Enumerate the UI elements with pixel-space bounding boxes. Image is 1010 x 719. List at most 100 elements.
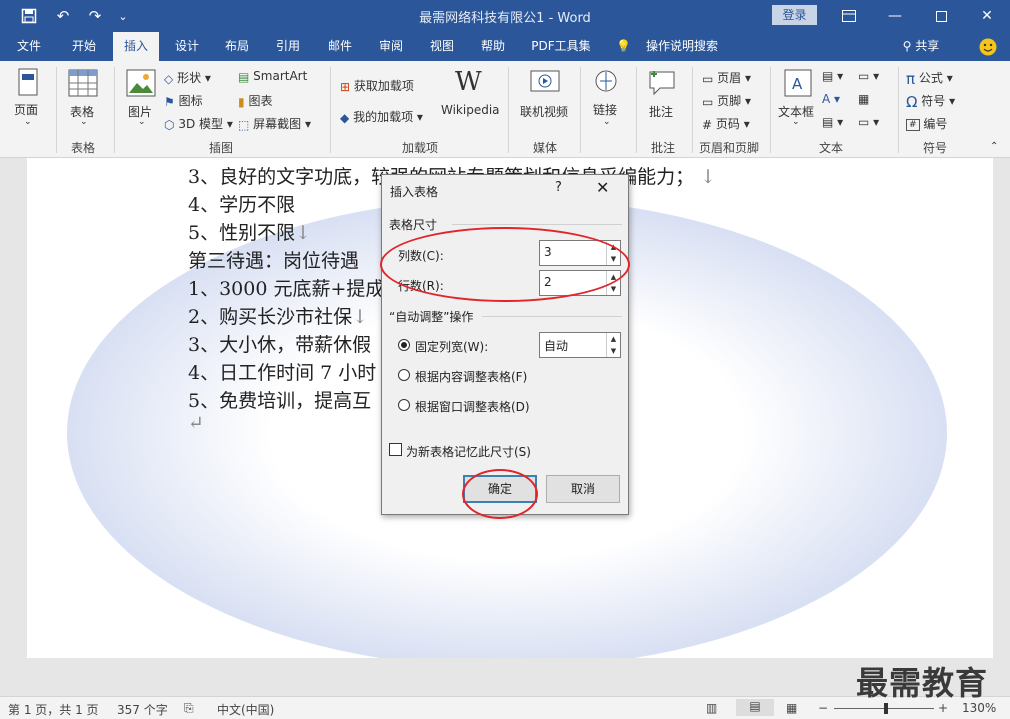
spin-down-icon[interactable]: ▼ — [607, 283, 620, 295]
footer-button[interactable]: ▭ 页脚 ▾ — [702, 92, 751, 109]
columns-spinner[interactable]: 3 ▲ ▼ — [539, 240, 621, 266]
word-count[interactable]: 357 个字 — [117, 701, 168, 718]
chart-icon: ▮ — [238, 94, 245, 109]
autofit-content-radio[interactable] — [398, 369, 410, 381]
spin-down-icon[interactable]: ▼ — [607, 253, 620, 265]
tab-pdf-tools[interactable]: PDF工具集 — [524, 32, 598, 61]
icons-button[interactable]: ⚑ 图标 — [164, 92, 203, 109]
tab-references[interactable]: 引用 — [265, 32, 311, 61]
screenshot-icon: ⬚ — [238, 117, 250, 132]
wikipedia-icon[interactable]: W — [455, 67, 482, 97]
print-layout-icon[interactable]: ▤ — [736, 699, 774, 716]
header-button[interactable]: ▭ 页眉 ▾ — [702, 69, 751, 86]
minimize-button[interactable]: — — [872, 0, 918, 32]
tab-help[interactable]: 帮助 — [470, 32, 516, 61]
addins-icon: ◆ — [340, 110, 350, 125]
smartart-button[interactable]: ▤ SmartArt — [238, 69, 307, 84]
tab-design[interactable]: 设计 — [164, 32, 210, 61]
doc-line: 5、免费培训，提高互 — [188, 390, 372, 412]
spin-up-icon[interactable]: ▲ — [607, 271, 620, 283]
tell-me-search[interactable]: 操作说明搜索 — [640, 32, 724, 61]
undo-icon[interactable]: ↶ — [48, 0, 78, 32]
3d-models-button[interactable]: ⬡ 3D 模型 ▾ — [164, 115, 233, 132]
spin-up-icon[interactable]: ▲ — [607, 333, 620, 345]
divider — [508, 67, 509, 153]
number-button[interactable]: # 编号 — [906, 115, 947, 132]
screenshot-button[interactable]: ⬚ 屏幕截图 ▾ — [238, 115, 311, 132]
pictures-button[interactable] — [126, 69, 156, 100]
tab-insert[interactable]: 插入 — [113, 32, 159, 61]
columns-label: 列数(C): — [398, 249, 444, 263]
shapes-icon: ◇ — [164, 71, 174, 86]
page-count[interactable]: 第 1 页，共 1 页 — [8, 701, 99, 718]
redo-icon[interactable]: ↷ — [80, 0, 110, 32]
my-addins-button[interactable]: ◆ 我的加载项 ▾ — [340, 108, 423, 125]
collapse-ribbon-icon[interactable]: ⌃ — [990, 141, 998, 152]
divider — [580, 67, 581, 153]
save-icon[interactable] — [14, 0, 44, 32]
chevron-down-icon: ⌄ — [24, 117, 32, 127]
store-icon: ⊞ — [340, 79, 351, 94]
object-icon[interactable]: ▭ ▾ — [858, 115, 879, 129]
fixed-width-radio[interactable] — [398, 339, 410, 351]
shapes-button[interactable]: ◇ 形状 ▾ — [164, 69, 211, 86]
drop-cap-icon[interactable]: ▤ ▾ — [822, 115, 843, 129]
quick-parts-icon[interactable]: ▤ ▾ — [822, 69, 843, 83]
zoom-out-icon[interactable]: − — [818, 701, 828, 715]
help-icon[interactable]: ? — [555, 180, 562, 195]
proofing-icon[interactable]: ⎘ — [184, 701, 194, 716]
comment-label: 批注 — [649, 105, 674, 119]
rows-spinner[interactable]: 2 ▲ ▼ — [539, 270, 621, 296]
tab-layout[interactable]: 布局 — [214, 32, 260, 61]
spin-down-icon[interactable]: ▼ — [607, 345, 620, 357]
wordart-icon[interactable]: A ▾ — [822, 92, 840, 106]
signature-line-icon[interactable]: ▭ ▾ — [858, 69, 879, 83]
symbol-button[interactable]: Ω 符号 ▾ — [906, 92, 955, 111]
fixed-width-spinner[interactable]: 自动 ▲ ▼ — [539, 332, 621, 358]
get-addins-button[interactable]: ⊞ 获取加载项 — [340, 77, 414, 94]
online-video-button[interactable] — [530, 69, 560, 100]
tab-review[interactable]: 审阅 — [368, 32, 414, 61]
link-button[interactable] — [591, 69, 621, 100]
autofit-window-radio[interactable] — [398, 399, 410, 411]
chart-button[interactable]: ▮ 图表 — [238, 92, 272, 109]
tab-mailings[interactable]: 邮件 — [317, 32, 363, 61]
page-number-button[interactable]: # 页码 ▾ — [702, 115, 750, 132]
cancel-button[interactable]: 取消 — [546, 475, 620, 503]
comment-button[interactable] — [648, 69, 676, 100]
zoom-slider-handle[interactable] — [884, 703, 888, 714]
share-label: 共享 — [915, 39, 940, 53]
smiley-icon[interactable] — [976, 32, 1000, 61]
remember-size-checkbox[interactable] — [389, 443, 402, 456]
close-button[interactable]: ✕ — [964, 0, 1010, 32]
paragraph-mark-icon: ↵ — [188, 412, 204, 434]
customize-quick-access-icon[interactable]: ⌄ — [108, 0, 138, 32]
dialog-title: 插入表格 — [390, 185, 439, 199]
dialog-close-icon[interactable]: ✕ — [596, 178, 609, 197]
columns-value: 3 — [544, 245, 552, 259]
read-mode-icon[interactable]: ▥ — [706, 701, 717, 715]
tab-home[interactable]: 开始 — [60, 32, 108, 61]
tab-view[interactable]: 视图 — [419, 32, 465, 61]
ok-button[interactable]: 确定 — [463, 475, 537, 503]
pages-button[interactable] — [12, 67, 44, 102]
spin-up-icon[interactable]: ▲ — [607, 241, 620, 253]
chevron-down-icon: ⌄ — [80, 117, 88, 127]
table-size-section-title: 表格尺寸 — [389, 218, 438, 232]
chevron-down-icon: ⌄ — [792, 117, 800, 127]
date-time-icon[interactable]: ▦ — [858, 92, 869, 106]
login-button[interactable]: 登录 — [772, 5, 817, 25]
fixed-width-value: 自动 — [544, 339, 569, 353]
web-layout-icon[interactable]: ▦ — [786, 701, 797, 715]
ribbon-display-options-icon[interactable] — [826, 0, 872, 32]
maximize-button[interactable] — [918, 0, 964, 32]
language-status[interactable]: 中文(中国) — [217, 701, 274, 718]
share-button[interactable]: ⚲ 共享 — [896, 32, 946, 61]
comment-group-label: 批注 — [650, 141, 675, 155]
tab-file[interactable]: 文件 — [6, 32, 52, 61]
number-icon: # — [906, 118, 920, 131]
textbox-button[interactable]: A — [784, 69, 812, 100]
equation-button[interactable]: π 公式 ▾ — [906, 69, 953, 88]
page-number-icon: # — [702, 117, 713, 132]
table-button[interactable] — [68, 69, 98, 100]
